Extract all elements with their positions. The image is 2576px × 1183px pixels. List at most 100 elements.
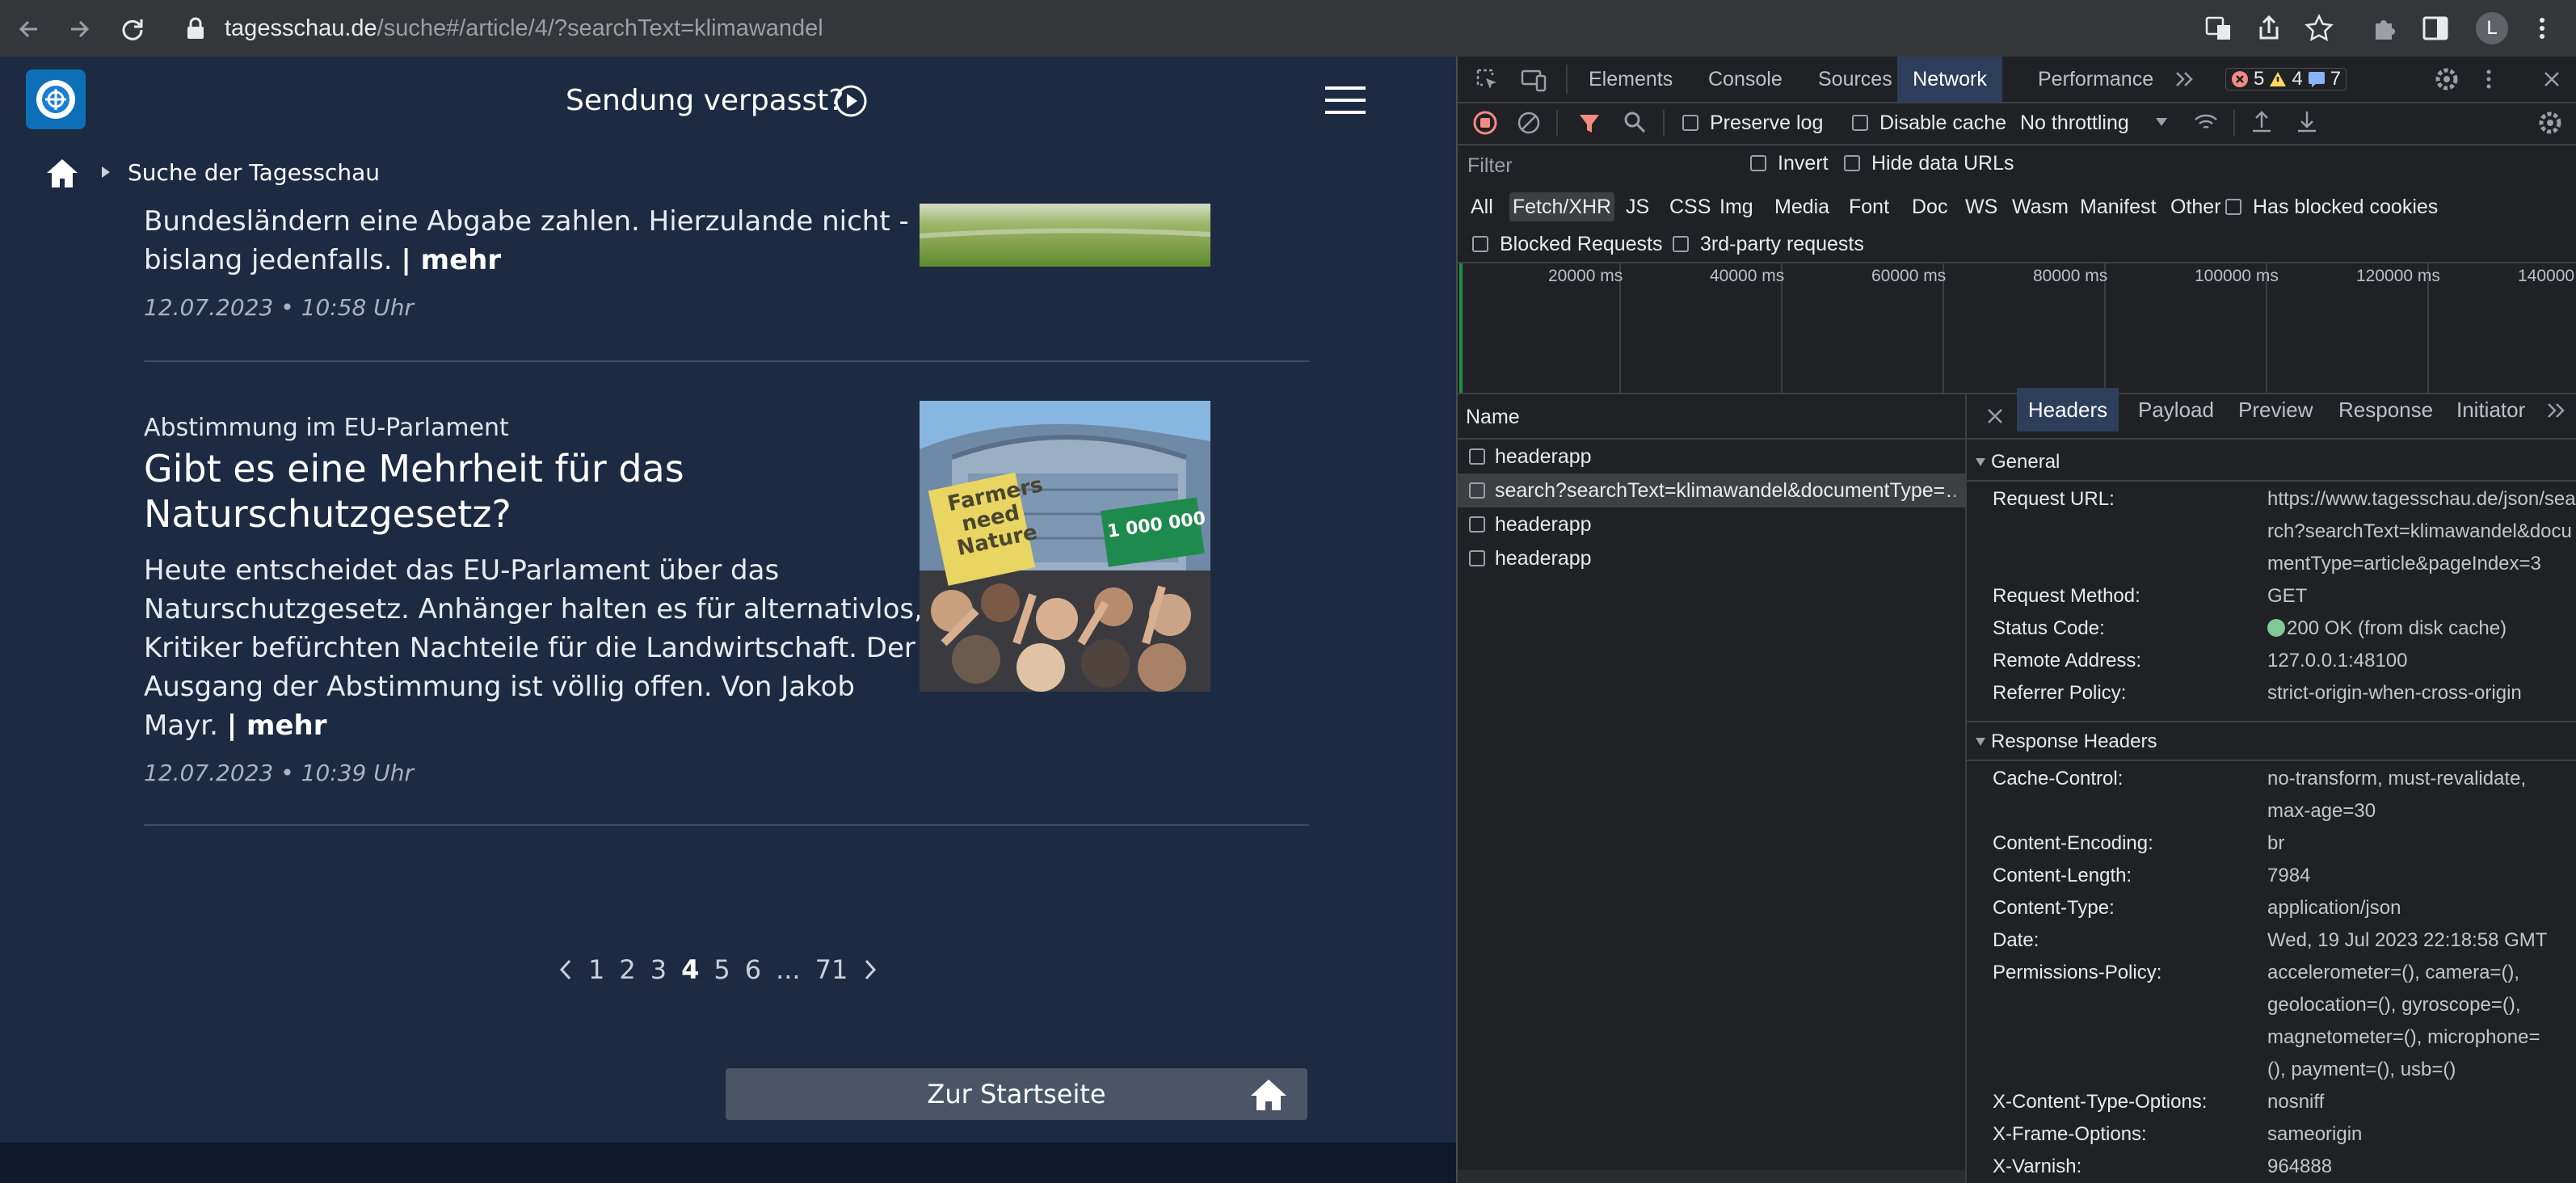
filter-type-fetch-xhr[interactable]: Fetch/XHR <box>1509 192 1614 221</box>
tab-performance[interactable]: Performance <box>2038 57 2153 102</box>
filter-type-css[interactable]: CSS <box>1669 192 1711 221</box>
third-party-label: 3rd-party requests <box>1700 233 1864 255</box>
pagination-prev-icon[interactable] <box>558 958 574 981</box>
blocked-requests-checkbox[interactable] <box>1472 236 1488 252</box>
filter-type-img[interactable]: Img <box>1719 192 1753 221</box>
tab-network[interactable]: Network <box>1897 57 2002 102</box>
share-icon[interactable] <box>2254 14 2283 43</box>
filter-type-font[interactable]: Font <box>1849 192 1889 221</box>
more-tabs-icon[interactable] <box>2174 68 2196 91</box>
response-headers-section-header[interactable]: Response Headers <box>1967 721 2576 761</box>
zur-startseite-button[interactable]: Zur Startseite <box>726 1068 1307 1120</box>
article1-more-link[interactable]: | mehr <box>401 244 501 276</box>
profile-avatar[interactable]: L <box>2476 12 2508 44</box>
expand-triangle-icon <box>1975 457 1986 467</box>
close-icon[interactable] <box>2540 68 2563 91</box>
pagination-page-2[interactable]: 2 <box>619 954 635 985</box>
pagination-page-current[interactable]: 4 <box>681 954 699 985</box>
article1-image[interactable] <box>920 204 1210 267</box>
filter-type-other[interactable]: Other <box>2170 192 2221 221</box>
clear-icon[interactable] <box>1516 110 1542 136</box>
pagination-page-1[interactable]: 1 <box>588 954 604 985</box>
invert-checkbox[interactable] <box>1750 155 1766 171</box>
tab-headers[interactable]: Headers <box>2017 388 2119 432</box>
request-list-scrollbar[interactable] <box>1458 1170 1965 1183</box>
close-detail-icon[interactable] <box>1985 406 2006 427</box>
filter-input[interactable]: Filter <box>1463 150 1729 181</box>
reload-icon[interactable] <box>120 16 145 42</box>
more-detail-tabs-icon[interactable] <box>2545 399 2568 422</box>
name-column-header[interactable]: Name <box>1466 406 1520 429</box>
tab-sources[interactable]: Sources <box>1818 57 1892 102</box>
request-row-selected[interactable]: search?searchText=klimawandel&documentTy… <box>1458 474 1965 507</box>
search-icon[interactable] <box>1623 110 1647 134</box>
page-footer <box>0 1143 1456 1183</box>
article2-headline-line1[interactable]: Gibt es eine Mehrheit für das <box>144 446 684 491</box>
pagination-page-last[interactable]: 71 <box>815 954 848 985</box>
chevron-down-icon[interactable] <box>2154 116 2169 128</box>
article2-more-link[interactable]: | mehr <box>227 709 327 742</box>
tab-initiator[interactable]: Initiator <box>2456 388 2525 432</box>
filter-type-doc[interactable]: Doc <box>1912 192 1947 221</box>
side-panel-icon[interactable] <box>2421 14 2450 43</box>
tagesschau-logo[interactable] <box>26 69 86 129</box>
has-blocked-cookies-checkbox[interactable] <box>2225 199 2241 215</box>
hide-data-urls-checkbox[interactable] <box>1844 155 1860 171</box>
request-row[interactable]: headerapp <box>1458 507 1965 541</box>
filter-type-ws[interactable]: WS <box>1965 192 1997 221</box>
timeline-label: 60000 ms <box>1871 267 1947 285</box>
header-value: https://www.tagesschau.de/json/sea <box>2267 488 2576 510</box>
preserve-log-checkbox[interactable] <box>1682 115 1698 131</box>
filter-type-media[interactable]: Media <box>1774 192 1829 221</box>
translate-icon[interactable] <box>2204 14 2233 43</box>
home-icon[interactable] <box>45 157 79 189</box>
filter-type-wasm[interactable]: Wasm <box>2012 192 2069 221</box>
extensions-icon[interactable] <box>2371 14 2400 43</box>
issues-counter[interactable]: 5 4 7 <box>2225 68 2347 91</box>
address-bar[interactable]: tagesschau.de/suche#/article/4/?searchTe… <box>225 11 823 45</box>
settings-gear-icon[interactable] <box>2434 66 2460 92</box>
tab-payload[interactable]: Payload <box>2138 388 2214 432</box>
lock-icon[interactable] <box>186 16 205 40</box>
header-key: Status Code: <box>1993 617 2105 639</box>
article2-headline-line2[interactable]: Naturschutzgesetz? <box>144 491 511 537</box>
disable-cache-checkbox[interactable] <box>1852 115 1868 131</box>
filter-type-js[interactable]: JS <box>1626 192 1649 221</box>
device-toolbar-icon[interactable] <box>1521 68 1547 92</box>
pagination-next-icon[interactable] <box>862 958 878 981</box>
browser-menu-icon[interactable] <box>2528 14 2557 43</box>
request-row[interactable]: headerapp <box>1458 440 1965 474</box>
hamburger-menu-icon[interactable] <box>1325 86 1366 115</box>
filter-type-all[interactable]: All <box>1471 192 1493 221</box>
breadcrumb[interactable]: Suche der Tagesschau <box>128 157 380 189</box>
tab-console[interactable]: Console <box>1708 57 1783 102</box>
bookmark-star-icon[interactable] <box>2305 14 2334 43</box>
tab-preview[interactable]: Preview <box>2238 388 2313 432</box>
export-har-icon[interactable] <box>2295 108 2319 134</box>
pagination-page-5[interactable]: 5 <box>713 954 730 985</box>
general-section-header[interactable]: General <box>1967 441 2576 482</box>
play-circle-icon[interactable] <box>834 84 868 118</box>
request-row[interactable]: headerapp <box>1458 541 1965 575</box>
forward-icon[interactable] <box>66 16 92 42</box>
throttling-select[interactable]: No throttling <box>2020 111 2129 135</box>
third-party-checkbox[interactable] <box>1673 236 1689 252</box>
tab-response[interactable]: Response <box>2338 388 2433 432</box>
filter-placeholder: Filter <box>1467 154 1513 177</box>
import-har-icon[interactable] <box>2250 108 2274 134</box>
filter-funnel-icon[interactable] <box>1577 112 1602 136</box>
record-stop-icon[interactable] <box>1472 110 1498 136</box>
pagination-page-6[interactable]: 6 <box>745 954 761 985</box>
inspect-element-icon[interactable] <box>1475 68 1500 92</box>
network-settings-gear-icon[interactable] <box>2537 110 2563 136</box>
message-count: 7 <box>2330 68 2342 90</box>
devtools-menu-icon[interactable] <box>2481 66 2497 92</box>
filter-type-manifest[interactable]: Manifest <box>2080 192 2156 221</box>
header-value: br <box>2267 832 2285 854</box>
pagination-page-3[interactable]: 3 <box>650 954 667 985</box>
article2-image[interactable]: Farmers need Nature 1 000 000 <box>920 401 1210 692</box>
network-conditions-icon[interactable] <box>2193 110 2219 136</box>
sendung-verpasst-link[interactable]: Sendung verpasst? <box>566 81 844 121</box>
back-icon[interactable] <box>16 16 42 42</box>
tab-elements[interactable]: Elements <box>1589 57 1673 102</box>
